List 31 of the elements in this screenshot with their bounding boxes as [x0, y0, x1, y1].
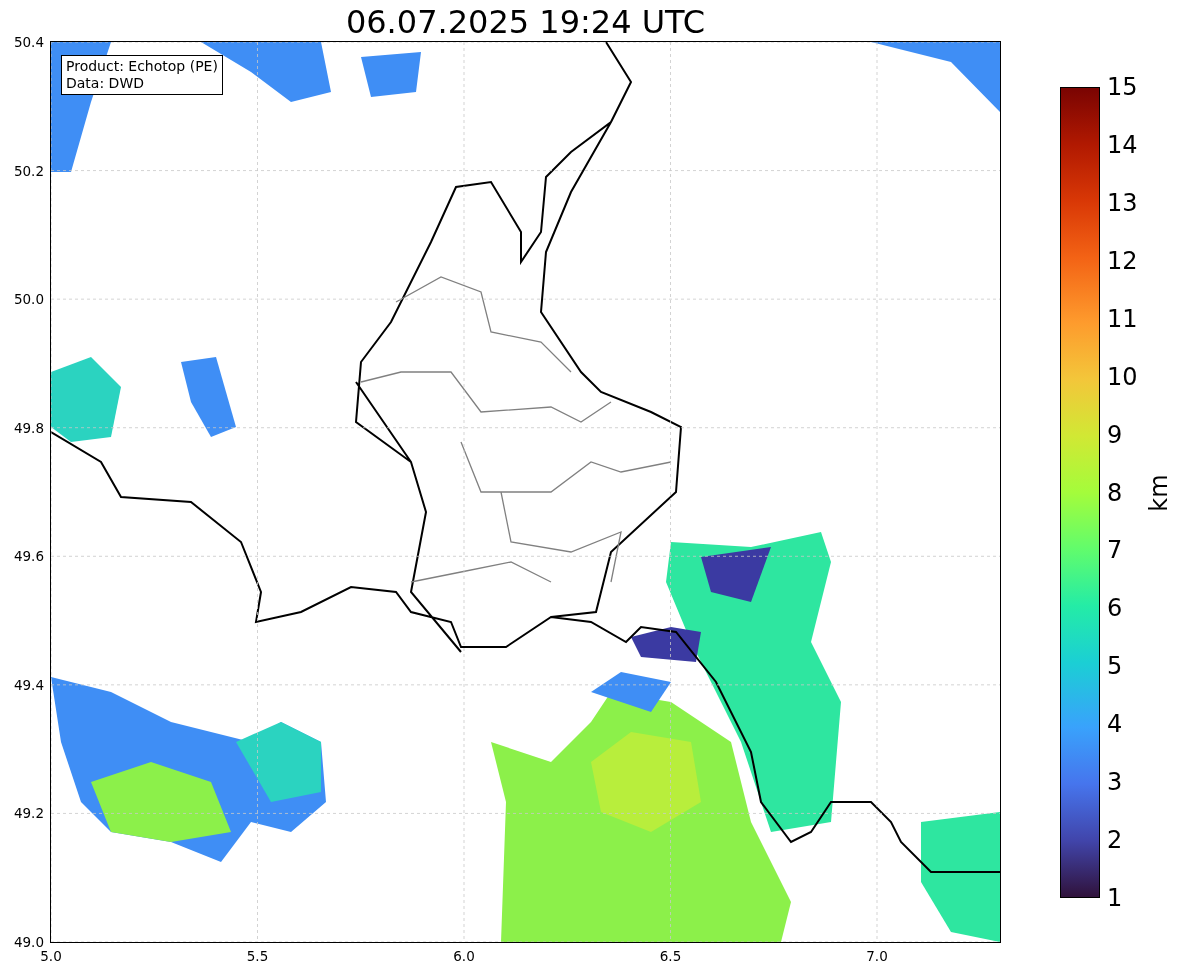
colorbar-tick-label: 6	[1107, 594, 1123, 623]
y-tick-label: 49.6	[13, 548, 44, 565]
colorbar-tick-label: 8	[1107, 478, 1123, 507]
y-tick-label: 49.8	[13, 419, 44, 436]
y-tick-label: 50.0	[13, 291, 44, 308]
colorbar-tick-label: 7	[1107, 536, 1123, 565]
y-tick-label: 49.4	[13, 676, 44, 693]
colorbar-tick-label: 12	[1107, 246, 1138, 275]
y-tick-label: 49.0	[13, 934, 44, 950]
colorbar-tick-label: 10	[1107, 362, 1138, 391]
x-tick-label: 6.5	[659, 948, 682, 964]
colorbar-tick-label: 5	[1107, 652, 1123, 681]
colorbar-tick-label: 3	[1107, 768, 1123, 797]
colorbar-tick-label: 4	[1107, 710, 1123, 739]
colorbar-tick-label: 14	[1107, 130, 1138, 159]
x-tick-label: 5.5	[246, 948, 269, 964]
x-tick-label: 7.0	[866, 948, 888, 964]
colorbar-tick-label: 2	[1107, 826, 1123, 855]
y-tick-label: 50.4	[13, 34, 44, 50]
colorbar-tick-label: 1	[1107, 884, 1123, 912]
legend-text: Data: DWD	[66, 75, 145, 92]
legend-text: Product: Echotop (PE)	[66, 58, 218, 75]
colorbar-tick-label: 11	[1107, 304, 1138, 333]
colorbar-label: km	[1145, 473, 1173, 512]
y-tick-label: 50.2	[13, 162, 44, 179]
y-tick-label: 49.2	[13, 805, 44, 822]
colorbar-tick-label: 9	[1107, 420, 1123, 449]
colorbar-tick-label: 15	[1107, 73, 1138, 101]
x-tick-label: 6.0	[453, 948, 475, 964]
colorbar-tick-label: 13	[1107, 188, 1138, 217]
x-tick-label: 5.0	[40, 948, 62, 964]
